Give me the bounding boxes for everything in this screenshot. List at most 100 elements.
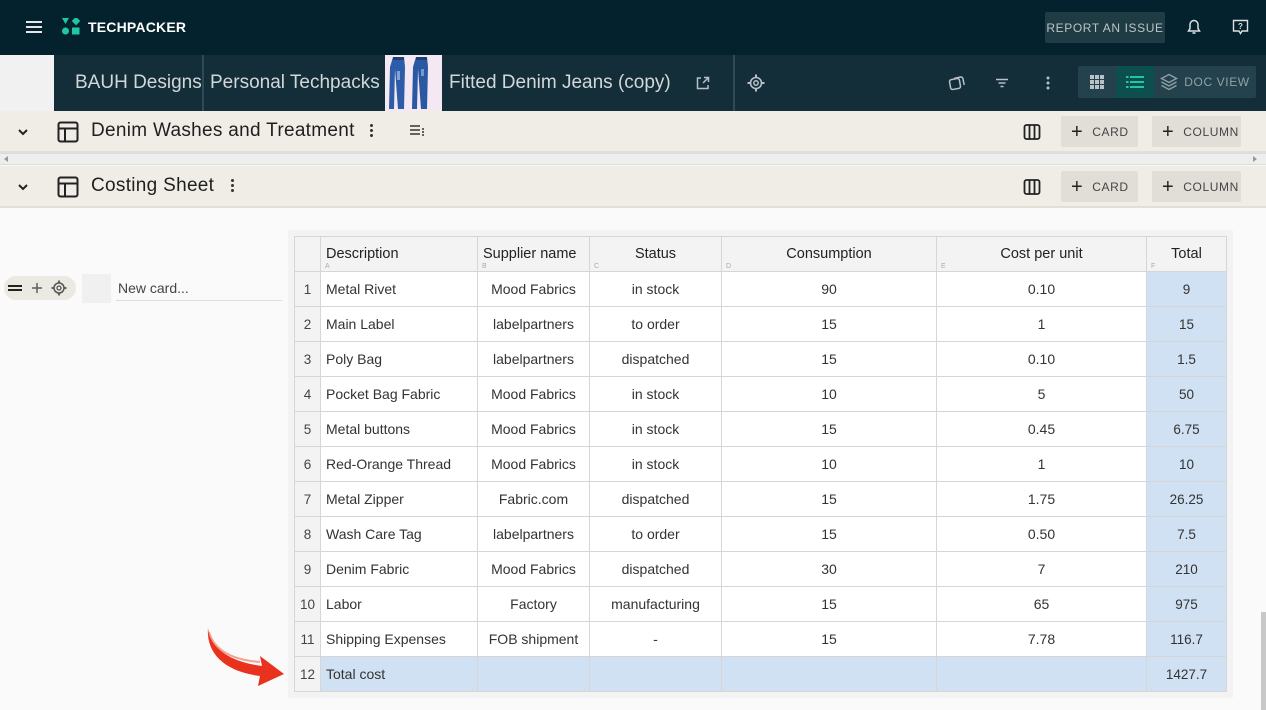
cell-description[interactable]: Metal Rivet (320, 271, 478, 307)
cell-description[interactable]: Pocket Bag Fabric (320, 376, 478, 412)
cell-consumption[interactable]: 15 (721, 516, 937, 552)
cell-description[interactable]: Main Label (320, 306, 478, 342)
duplicate-icon[interactable] (947, 73, 967, 93)
cell-consumption[interactable]: 15 (721, 481, 937, 517)
menu-icon[interactable] (24, 18, 46, 38)
column-header-cost-per-unit[interactable]: Cost per unit E (936, 236, 1147, 272)
cell-total[interactable]: 210 (1146, 551, 1227, 587)
row-number[interactable]: 4 (294, 376, 321, 412)
cell-cost-per-unit[interactable]: 0.50 (936, 516, 1147, 552)
cell-consumption[interactable]: 10 (721, 446, 937, 482)
cell-status[interactable]: manufacturing (589, 586, 722, 622)
cell-supplier[interactable]: labelpartners (477, 341, 590, 377)
cell-description[interactable]: Wash Care Tag (320, 516, 478, 552)
cell-cost-per-unit[interactable]: 7 (936, 551, 1147, 587)
add-card-button[interactable]: + CARD (1061, 171, 1138, 202)
cell-cost-per-unit[interactable]: 65 (936, 586, 1147, 622)
cell-description[interactable]: Red-Orange Thread (320, 446, 478, 482)
cell-cost-per-unit[interactable]: 1 (936, 306, 1147, 342)
cell-description[interactable]: Total cost (320, 656, 478, 692)
row-number[interactable]: 3 (294, 341, 321, 377)
cell-total[interactable]: 6.75 (1146, 411, 1227, 447)
cell-status[interactable] (589, 656, 722, 692)
logo[interactable]: TECHPACKER (62, 18, 186, 35)
cell-consumption[interactable]: 10 (721, 376, 937, 412)
cell-total[interactable]: 15 (1146, 306, 1227, 342)
cell-status[interactable]: in stock (589, 271, 722, 307)
cell-supplier[interactable]: Mood Fabrics (477, 446, 590, 482)
cell-total[interactable]: 1.5 (1146, 341, 1227, 377)
cell-status[interactable]: in stock (589, 411, 722, 447)
card-settings-gear-icon[interactable] (48, 277, 70, 299)
scroll-right-arrow[interactable] (1253, 156, 1257, 162)
card-image-placeholder[interactable] (82, 274, 111, 303)
column-header-total[interactable]: Total F (1146, 236, 1227, 272)
breadcrumb-current-techpack[interactable]: Fitted Denim Jeans (copy) (449, 55, 671, 111)
cell-consumption[interactable]: 15 (721, 586, 937, 622)
section-more-icon[interactable] (230, 179, 236, 195)
cell-consumption[interactable]: 15 (721, 411, 937, 447)
breadcrumb-item-bauh-designs[interactable]: BAUH Designs (75, 55, 202, 111)
column-header-description[interactable]: Description A (320, 236, 478, 272)
open-external-icon[interactable] (695, 75, 711, 91)
cell-cost-per-unit[interactable]: 0.10 (936, 271, 1147, 307)
cell-total[interactable]: 1427.7 (1146, 656, 1227, 692)
row-number[interactable]: 9 (294, 551, 321, 587)
row-number[interactable]: 11 (294, 621, 321, 657)
row-number[interactable]: 8 (294, 516, 321, 552)
add-card-button[interactable]: + CARD (1061, 116, 1138, 147)
cell-cost-per-unit[interactable]: 0.45 (936, 411, 1147, 447)
chevron-down-icon[interactable] (16, 180, 30, 194)
cell-supplier[interactable]: Mood Fabrics (477, 411, 590, 447)
cell-supplier[interactable] (477, 656, 590, 692)
cell-status[interactable]: to order (589, 516, 722, 552)
cell-description[interactable]: Shipping Expenses (320, 621, 478, 657)
row-number[interactable]: 5 (294, 411, 321, 447)
add-column-button[interactable]: + COLUMN (1152, 171, 1241, 202)
cell-total[interactable]: 10 (1146, 446, 1227, 482)
cell-consumption[interactable]: 90 (721, 271, 937, 307)
cell-supplier[interactable]: Mood Fabrics (477, 551, 590, 587)
cell-total[interactable]: 50 (1146, 376, 1227, 412)
bell-icon[interactable] (1184, 17, 1204, 37)
cell-cost-per-unit[interactable]: 7.78 (936, 621, 1147, 657)
row-number[interactable]: 10 (294, 586, 321, 622)
cell-total[interactable]: 7.5 (1146, 516, 1227, 552)
help-chat-icon[interactable]: ? (1230, 17, 1250, 37)
breadcrumb-item-personal-techpacks[interactable]: Personal Techpacks (210, 55, 380, 111)
row-number[interactable]: 12 (294, 656, 321, 692)
list-view-button[interactable] (1116, 66, 1154, 98)
list-settings-icon[interactable] (409, 124, 425, 140)
cell-status[interactable]: to order (589, 306, 722, 342)
columns-icon[interactable] (1023, 123, 1041, 141)
add-column-button[interactable]: + COLUMN (1152, 116, 1241, 147)
cell-cost-per-unit[interactable]: 1.75 (936, 481, 1147, 517)
vertical-scrollbar[interactable] (1261, 612, 1266, 710)
cell-supplier[interactable]: labelpartners (477, 516, 590, 552)
cell-cost-per-unit[interactable]: 1 (936, 446, 1147, 482)
cell-status[interactable]: - (589, 621, 722, 657)
cell-description[interactable]: Poly Bag (320, 341, 478, 377)
report-issue-button[interactable]: REPORT AN ISSUE (1045, 12, 1165, 43)
drag-handle-icon[interactable] (4, 277, 26, 299)
cell-total[interactable]: 9 (1146, 271, 1227, 307)
cell-supplier[interactable]: FOB shipment (477, 621, 590, 657)
cell-supplier[interactable]: Factory (477, 586, 590, 622)
cell-consumption[interactable]: 15 (721, 621, 937, 657)
column-header-status[interactable]: Status C (589, 236, 722, 272)
horizontal-scrollbar[interactable] (0, 153, 1266, 165)
cell-total[interactable]: 975 (1146, 586, 1227, 622)
cell-consumption[interactable]: 15 (721, 306, 937, 342)
cell-supplier[interactable]: Fabric.com (477, 481, 590, 517)
chevron-down-icon[interactable] (16, 125, 30, 139)
cell-cost-per-unit[interactable]: 0.10 (936, 341, 1147, 377)
section-more-icon[interactable] (369, 124, 375, 140)
cell-total[interactable]: 26.25 (1146, 481, 1227, 517)
columns-icon[interactable] (1023, 178, 1041, 196)
doc-view-button[interactable]: DOC VIEW (1154, 66, 1256, 98)
cell-description[interactable]: Metal buttons (320, 411, 478, 447)
cell-description[interactable]: Denim Fabric (320, 551, 478, 587)
jeans-thumbnail[interactable] (385, 55, 442, 111)
column-header-consumption[interactable]: Consumption D (721, 236, 937, 272)
grid-view-button[interactable] (1078, 66, 1116, 98)
